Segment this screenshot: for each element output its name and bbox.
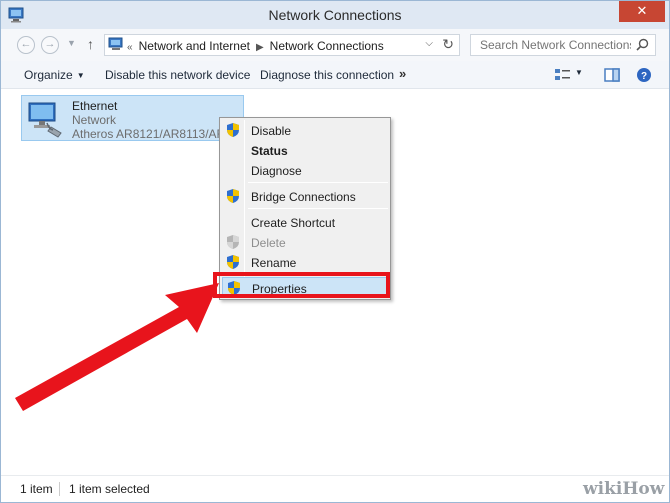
uac-shield-icon (227, 123, 239, 137)
menu-label: Diagnose (251, 164, 302, 178)
recent-locations-chevron-icon[interactable]: ▼ (67, 38, 76, 48)
uac-shield-icon (227, 255, 239, 269)
back-button[interactable]: ← (17, 36, 35, 54)
organize-label: Organize (24, 68, 73, 82)
connection-type: Network (72, 113, 117, 127)
address-row: ← → ▼ ↑ « Network and Internet ▶ Network Co… (1, 29, 669, 61)
search-input[interactable] (471, 35, 631, 55)
view-options-chevron-icon[interactable]: ▼ (575, 68, 583, 77)
status-bar: 1 item 1 item selected wikiHow (1, 475, 669, 502)
breadcrumb-overflow[interactable]: « (127, 42, 133, 53)
uac-shield-icon (227, 189, 239, 203)
menu-label: Delete (251, 236, 286, 250)
network-connection-item[interactable]: Ethernet Network Atheros AR8121/AR8113/A… (21, 95, 244, 141)
breadcrumb-network-and-internet[interactable]: Network and Internet (139, 39, 250, 53)
chevron-down-icon: ▼ (76, 71, 85, 80)
search-icon[interactable] (636, 38, 649, 51)
menu-item-status[interactable]: Status (222, 140, 388, 160)
organize-button[interactable]: Organize ▼ (24, 68, 85, 82)
title-bar: Network Connections ✕ (1, 1, 669, 29)
menu-label: Rename (251, 256, 297, 270)
red-arrow-annotation (15, 283, 219, 411)
disable-device-button[interactable]: Disable this network device (105, 68, 250, 82)
menu-item-delete: Delete (222, 232, 388, 252)
item-count: 1 item (20, 482, 53, 496)
close-button[interactable]: ✕ (619, 1, 665, 22)
search-box[interactable] (470, 34, 656, 56)
menu-separator (248, 182, 388, 183)
menu-label: Disable (251, 124, 292, 138)
wikihow-watermark: wikiHow (583, 477, 667, 499)
menu-label: Create Shortcut (251, 216, 336, 230)
menu-label: Bridge Connections (251, 190, 356, 204)
menu-separator (248, 208, 388, 209)
properties-highlight-box (213, 272, 390, 298)
command-bar: Organize ▼ Disable this network device Di… (1, 61, 669, 89)
help-icon[interactable]: ? (635, 67, 653, 83)
menu-label: Status (251, 144, 288, 158)
uac-shield-icon (227, 235, 239, 249)
menu-item-create-shortcut[interactable]: Create Shortcut (222, 212, 388, 232)
preview-pane-icon[interactable] (603, 67, 621, 83)
network-folder-icon (108, 37, 123, 50)
breadcrumb-network-connections[interactable]: Network Connections (270, 39, 384, 53)
forward-button[interactable]: → (41, 36, 59, 54)
address-dropdown-icon[interactable]: ⌵ (425, 38, 433, 49)
breadcrumb: « Network and Internet ▶ Network Connection… (127, 39, 384, 53)
change-view-icon[interactable] (554, 67, 572, 83)
status-divider (59, 482, 60, 496)
watermark-text: wikiHow (583, 479, 665, 499)
menu-item-bridge-connections[interactable]: Bridge Connections (222, 186, 388, 206)
refresh-icon[interactable]: ↻ (442, 36, 454, 53)
menu-item-disable[interactable]: Disable (222, 120, 388, 140)
more-commands-button[interactable]: » (399, 66, 406, 81)
diagnose-connection-button[interactable]: Diagnose this connection (260, 68, 394, 82)
svg-text:?: ? (641, 71, 647, 82)
menu-item-diagnose[interactable]: Diagnose (222, 160, 388, 180)
connection-name: Ethernet (72, 99, 118, 113)
selected-count: 1 item selected (69, 482, 150, 496)
address-bar[interactable]: « Network and Internet ▶ Network Connection… (104, 34, 460, 56)
network-adapter-icon (28, 102, 62, 138)
up-arrow-icon[interactable]: ↑ (87, 36, 101, 54)
explorer-window: Network Connections ✕ ← → ▼ ↑ « Network a… (0, 0, 670, 503)
menu-item-rename[interactable]: Rename (222, 252, 388, 272)
window-title: Network Connections (268, 7, 402, 23)
breadcrumb-separator-icon[interactable]: ▶ (256, 42, 264, 53)
